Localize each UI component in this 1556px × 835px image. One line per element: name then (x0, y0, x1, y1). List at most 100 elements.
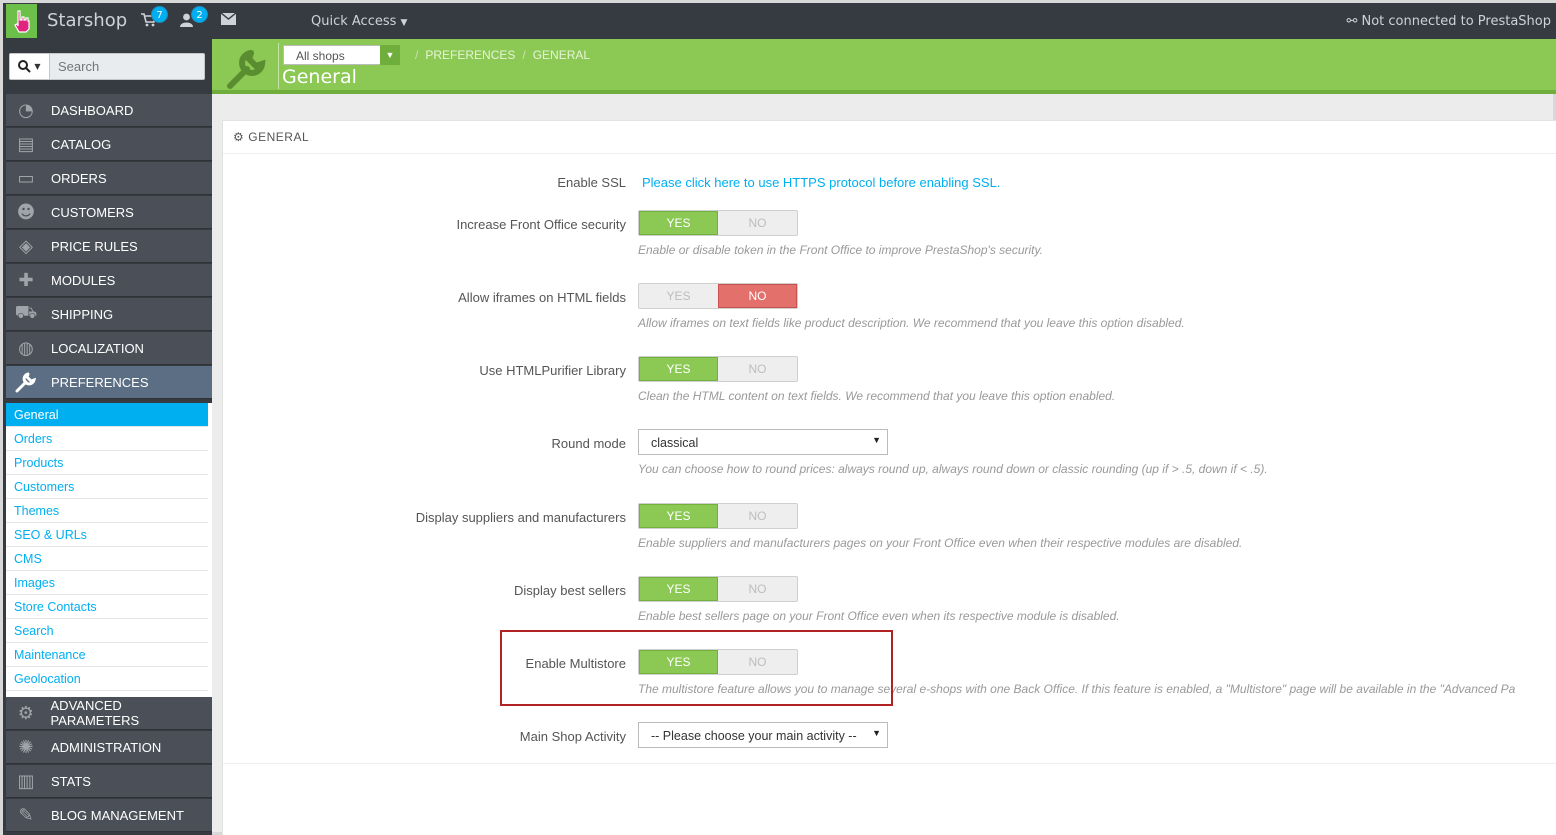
truck-icon: ⛟ (14, 302, 38, 323)
best-sellers-no[interactable]: NO (718, 577, 797, 601)
bar-chart-icon: ▥ (17, 770, 35, 792)
nav-customers[interactable]: ☻ CUSTOMERS (6, 196, 212, 229)
submenu-maintenance[interactable]: Maintenance (6, 643, 208, 667)
page-header: All shops ▼ / PREFERENCES / GENERAL General (212, 39, 1556, 94)
htmlpurifier-yes[interactable]: YES (639, 357, 719, 381)
panel-heading-text: GENERAL (248, 130, 310, 144)
nav-price-rules[interactable]: ◈ PRICE RULES (6, 230, 212, 263)
round-mode-value: classical (651, 436, 699, 450)
multistore-highlight-annotation (500, 630, 893, 706)
ssl-label: Enable SSL (557, 175, 626, 190)
nav-localization[interactable]: ◍ LOCALIZATION (6, 332, 212, 365)
users-icon: ☻ (16, 201, 36, 223)
caret-down-icon: ▼ (380, 45, 400, 65)
nav-label: ADMINISTRATION (51, 739, 162, 755)
round-mode-select[interactable]: classical ▼ (638, 429, 888, 455)
caret-down-icon: ▼ (400, 18, 408, 28)
nav-dashboard[interactable]: ◔ DASHBOARD (6, 94, 212, 127)
nav-administration[interactable]: ✺ ADMINISTRATION (6, 731, 212, 764)
field-label: Use HTMLPurifier Library (479, 363, 626, 378)
submenu-orders[interactable]: Orders (6, 427, 208, 451)
submenu-geolocation[interactable]: Geolocation (6, 667, 208, 691)
field-label: Display best sellers (514, 583, 626, 598)
suppliers-no[interactable]: NO (718, 504, 797, 528)
submenu-search[interactable]: Search (6, 619, 208, 643)
field-label: Main Shop Activity (519, 729, 626, 744)
tags-icon: ◈ (19, 235, 33, 257)
panel-divider (223, 763, 1556, 764)
fo-security-yes[interactable]: YES (639, 211, 719, 235)
best-sellers-switch: YES NO (638, 576, 798, 602)
nav-label: SHIPPING (51, 306, 114, 322)
field-label: Display suppliers and manufacturers (415, 510, 626, 525)
nav-label: PREFERENCES (51, 374, 149, 390)
panel-heading: ⚙ GENERAL (223, 121, 1556, 154)
submenu-seo-urls[interactable]: SEO & URLs (6, 523, 208, 547)
submenu-products[interactable]: Products (6, 451, 208, 475)
nav-blog-management[interactable]: ✎ BLOG MANAGEMENT (6, 799, 212, 832)
submenu-general[interactable]: General (6, 403, 208, 427)
nav-catalog[interactable]: ▤ CATALOG (6, 128, 212, 161)
iframes-switch: YES NO (638, 283, 798, 309)
help-text: Enable suppliers and manufacturers pages… (638, 536, 1243, 550)
search-icon (18, 60, 32, 73)
fo-security-no[interactable]: NO (718, 211, 797, 235)
nav-label: ORDERS (51, 170, 107, 186)
search-box: ▼ (9, 53, 205, 80)
breadcrumb-preferences[interactable]: PREFERENCES (425, 48, 515, 62)
wrench-icon (6, 366, 46, 399)
submenu-images[interactable]: Images (6, 571, 208, 595)
hand-pointer-icon[interactable] (6, 4, 37, 38)
wrench-icon (224, 47, 272, 89)
search-input[interactable] (58, 59, 198, 74)
top-bar: Starshop 7 2 Quick Access ▼ ⚯ Not connec… (3, 3, 1556, 39)
page-title: General (282, 66, 357, 88)
nav-shipping[interactable]: ⛟ SHIPPING (6, 298, 212, 331)
field-label: Round mode (551, 436, 626, 451)
fo-security-switch: YES NO (638, 210, 798, 236)
submenu-themes[interactable]: Themes (6, 499, 208, 523)
quick-access-dropdown[interactable]: Quick Access ▼ (311, 14, 407, 29)
connection-status[interactable]: ⚯ Not connected to PrestaShop (1346, 14, 1551, 29)
gear-icon: ✺ (18, 736, 34, 758)
nav-modules[interactable]: ✚ MODULES (6, 264, 212, 297)
htmlpurifier-no[interactable]: NO (718, 357, 797, 381)
envelope-icon[interactable] (220, 12, 237, 29)
suppliers-yes[interactable]: YES (639, 504, 719, 528)
puzzle-icon: ✚ (18, 269, 34, 291)
quick-access-label: Quick Access (311, 14, 397, 29)
orders-count-badge: 7 (151, 6, 168, 23)
shop-select-value: All shops (296, 49, 345, 63)
shop-context-select[interactable]: All shops ▼ (283, 45, 400, 65)
best-sellers-yes[interactable]: YES (639, 577, 719, 601)
nav-label: CUSTOMERS (51, 204, 134, 220)
submenu-customers[interactable]: Customers (6, 475, 208, 499)
book-icon: ▤ (17, 133, 35, 155)
help-text: Enable best sellers page on your Front O… (638, 609, 1120, 623)
breadcrumb: / PREFERENCES / GENERAL (415, 48, 591, 62)
nav-label: ADVANCED PARAMETERS (50, 698, 140, 728)
caret-down-icon: ▼ (872, 728, 881, 738)
shop-name[interactable]: Starshop (47, 10, 127, 31)
nav-label: BLOG MANAGEMENT (51, 807, 184, 823)
iframes-no[interactable]: NO (717, 284, 797, 308)
field-label: Increase Front Office security (456, 217, 626, 232)
caret-down-icon: ▼ (872, 435, 881, 445)
ssl-https-link[interactable]: Please click here to use HTTPS protocol … (642, 175, 1000, 190)
submenu-store-contacts[interactable]: Store Contacts (6, 595, 208, 619)
header-divider (278, 43, 279, 89)
cogs-icon: ⚙ (233, 130, 245, 144)
main-activity-select[interactable]: -- Please choose your main activity -- ▼ (638, 722, 888, 748)
dashboard-icon: ◔ (18, 99, 34, 121)
iframes-yes[interactable]: YES (639, 284, 718, 308)
nav-advanced-parameters[interactable]: ⚙ ADVANCED PARAMETERS (6, 697, 212, 730)
globe-icon: ◍ (18, 337, 34, 359)
nav-preferences[interactable]: PREFERENCES (6, 366, 212, 399)
nav-stats[interactable]: ▥ STATS (6, 765, 212, 798)
htmlpurifier-switch: YES NO (638, 356, 798, 382)
help-text: Enable or disable token in the Front Off… (638, 243, 1043, 257)
nav-orders[interactable]: ▭ ORDERS (6, 162, 212, 195)
search-type-button[interactable]: ▼ (10, 54, 50, 79)
breadcrumb-general: GENERAL (532, 48, 591, 62)
submenu-cms[interactable]: CMS (6, 547, 208, 571)
